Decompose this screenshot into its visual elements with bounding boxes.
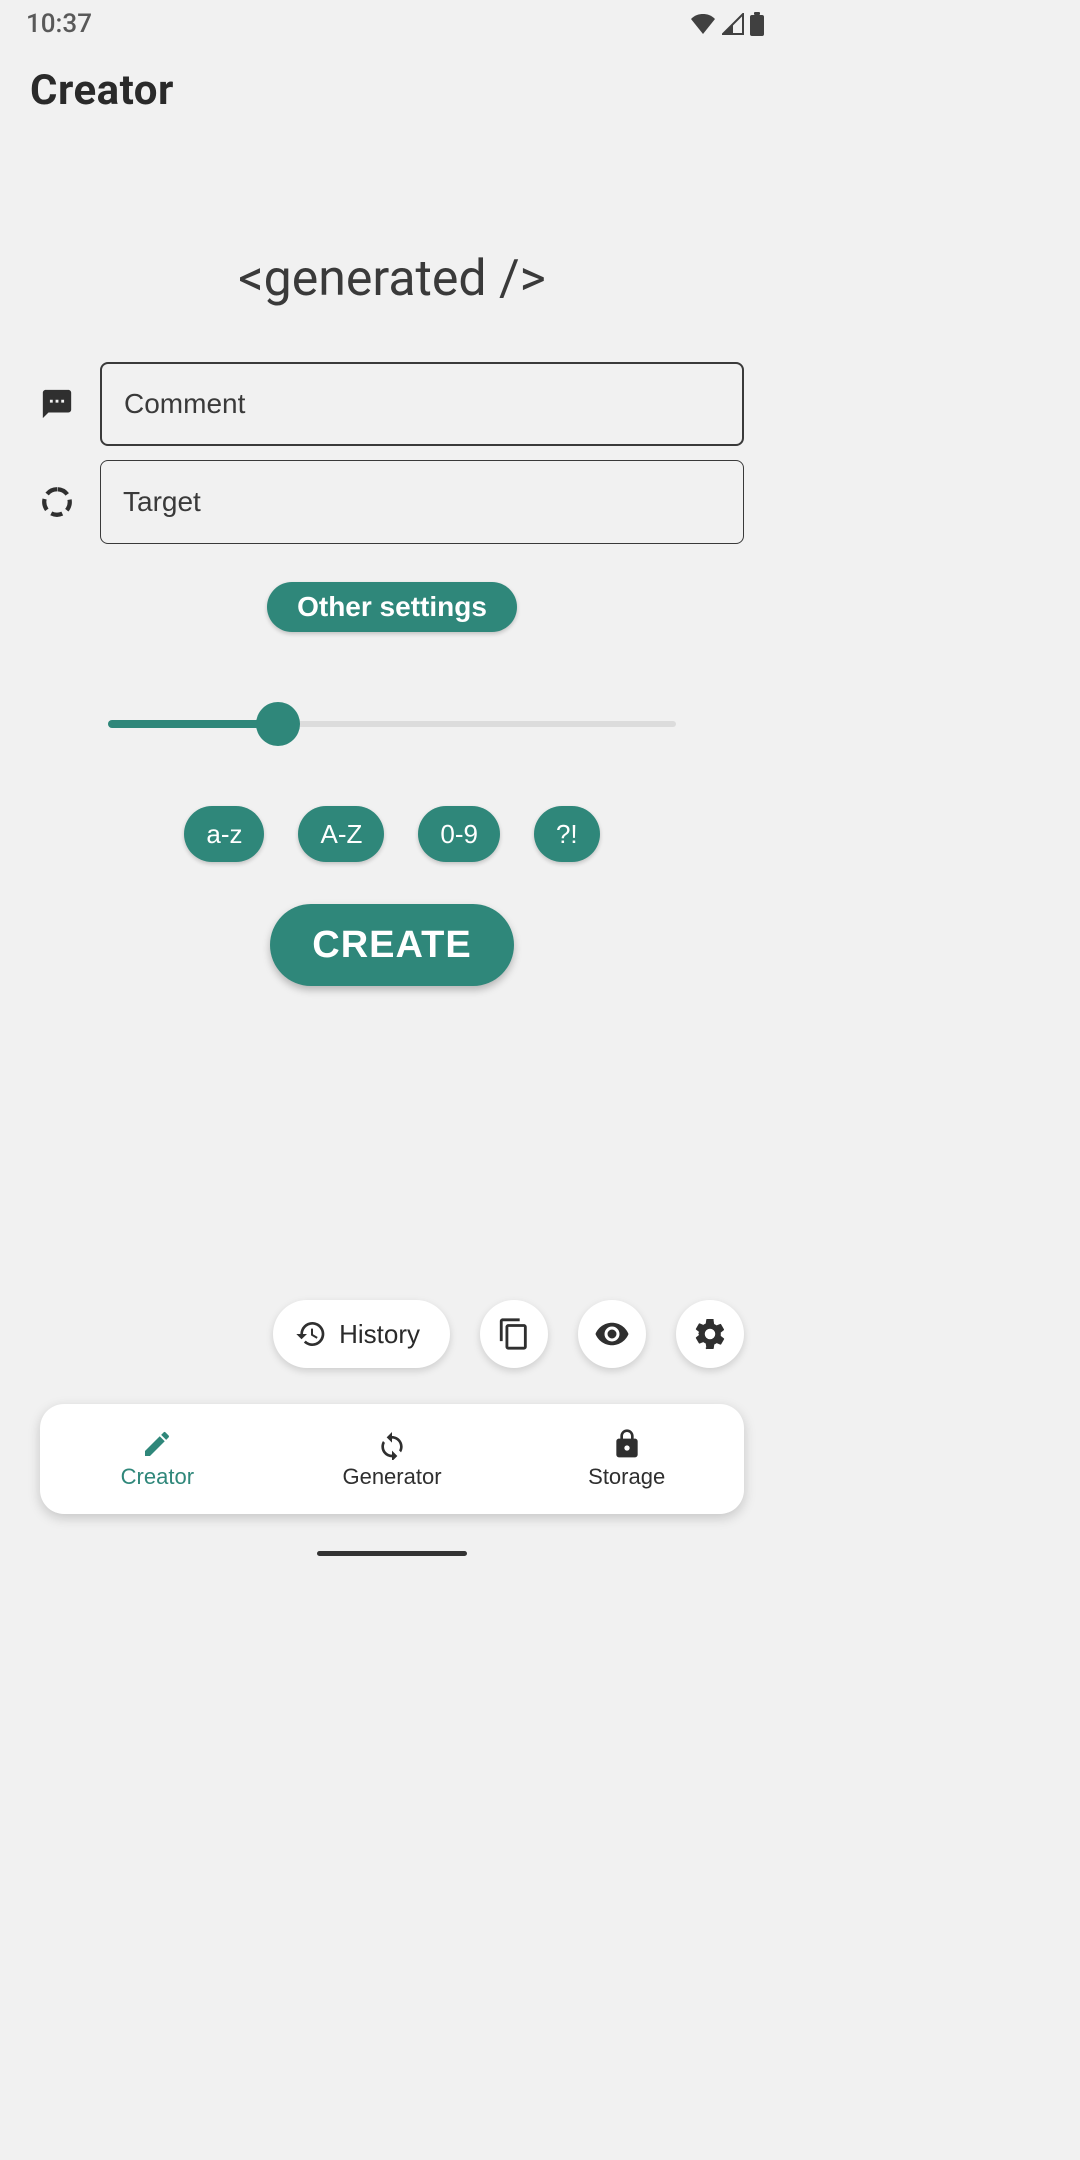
target-icon: [40, 485, 100, 519]
nav-creator-label: Creator: [121, 1464, 194, 1490]
slider-fill: [108, 720, 278, 728]
history-button[interactable]: History: [273, 1300, 450, 1368]
comment-input[interactable]: [100, 362, 744, 446]
cell-signal-icon: [722, 13, 744, 35]
battery-icon: [750, 12, 764, 36]
create-button[interactable]: CREATE: [270, 904, 513, 986]
comment-row: [40, 362, 744, 446]
status-time: 10:37: [26, 9, 92, 39]
pencil-icon: [141, 1428, 173, 1460]
lock-icon: [611, 1428, 643, 1460]
bottom-nav: Creator Generator Storage: [40, 1404, 744, 1514]
nav-storage-label: Storage: [588, 1464, 665, 1490]
status-icons: [690, 12, 764, 36]
history-icon: [295, 1318, 327, 1350]
home-indicator: [317, 1551, 467, 1556]
status-bar: 10:37: [0, 0, 784, 48]
nav-generator[interactable]: Generator: [275, 1404, 510, 1514]
gear-icon: [692, 1316, 728, 1352]
page-header: Creator: [0, 48, 784, 115]
visibility-button[interactable]: [578, 1300, 646, 1368]
chip-symbols[interactable]: ?!: [534, 806, 600, 862]
nav-creator[interactable]: Creator: [40, 1404, 275, 1514]
slider-thumb[interactable]: [256, 702, 300, 746]
chip-lowercase[interactable]: a-z: [184, 806, 264, 862]
eye-icon: [594, 1316, 630, 1352]
bottom-actions: History: [273, 1300, 744, 1368]
copy-button[interactable]: [480, 1300, 548, 1368]
length-slider[interactable]: [40, 702, 744, 746]
copy-icon: [497, 1317, 531, 1351]
chip-digits[interactable]: 0-9: [418, 806, 500, 862]
charset-chips: a-z A-Z 0-9 ?!: [40, 806, 744, 862]
target-row: [40, 460, 744, 544]
comment-icon: [40, 387, 100, 421]
nav-generator-label: Generator: [342, 1464, 441, 1490]
other-settings-button[interactable]: Other settings: [267, 582, 517, 632]
chip-uppercase[interactable]: A-Z: [298, 806, 384, 862]
nav-storage[interactable]: Storage: [509, 1404, 744, 1514]
wifi-icon: [690, 14, 716, 34]
page-title: Creator: [30, 66, 754, 115]
target-input[interactable]: [100, 460, 744, 544]
refresh-icon: [376, 1428, 408, 1460]
history-label: History: [339, 1319, 420, 1350]
main-content: <generated /> Other settings a-z A-Z 0-9…: [0, 240, 784, 986]
settings-button[interactable]: [676, 1300, 744, 1368]
generated-placeholder: <generated />: [40, 250, 744, 308]
